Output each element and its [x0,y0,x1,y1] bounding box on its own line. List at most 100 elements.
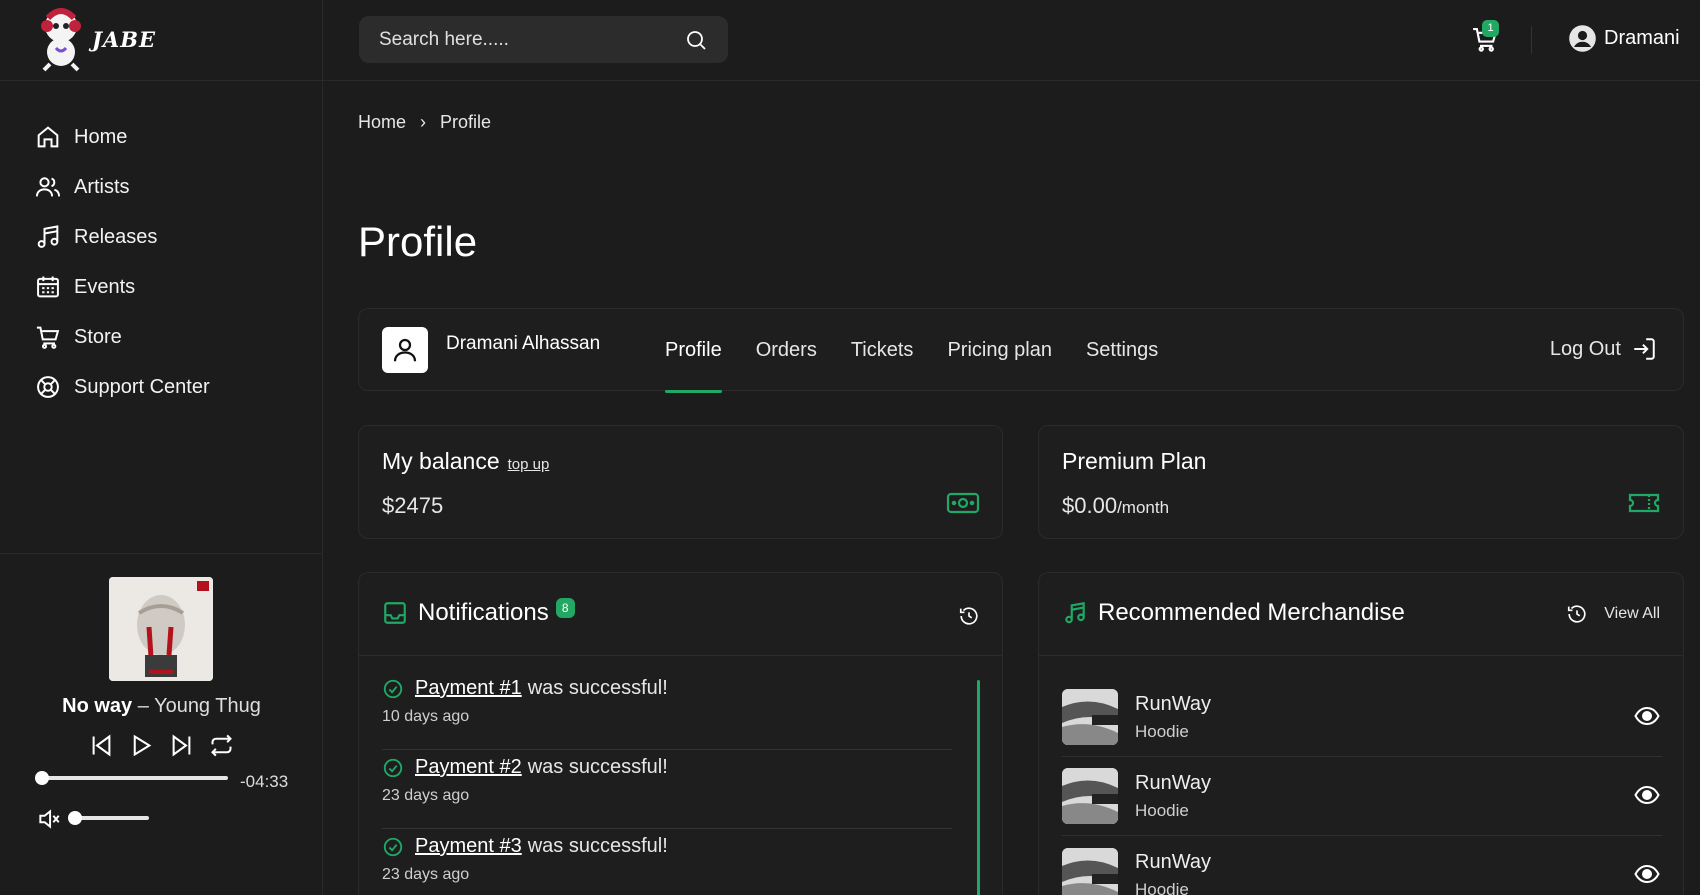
search-input[interactable] [379,28,684,51]
plan-card: Premium Plan $0.00/month [1038,425,1684,539]
merchandise-list: RunWay Hoodie RunWay Hoodie RunWay Hoodi… [1062,678,1662,895]
sidebar-item-events[interactable]: Events [34,262,210,312]
user-menu[interactable]: Dramani [1568,24,1680,53]
sidebar-item-store[interactable]: Store [34,312,210,362]
tab-pricing-plan[interactable]: Pricing plan [947,309,1052,392]
notification-message: Payment #2 was successful! [382,756,952,779]
payment-link[interactable]: Payment #3 [415,835,522,858]
search-icon[interactable] [684,28,708,52]
product-type: Hoodie [1135,800,1189,820]
notification-item: Payment #1 was successful! 10 days ago [382,671,952,750]
profile-tabs: Profile Orders Tickets Pricing plan Sett… [665,309,1192,393]
notifications-title: Notifications [418,599,549,626]
play-icon[interactable] [128,732,155,759]
notification-message: Payment #3 was successful! [382,835,952,858]
product-type: Hoodie [1135,721,1189,741]
track-progress-slider[interactable] [35,771,228,785]
previous-icon[interactable] [88,732,115,759]
sidebar-nav: Home Artists Releases Events Store Suppo… [34,112,210,412]
avatar [382,327,428,373]
tab-profile[interactable]: Profile [665,309,722,393]
payment-link[interactable]: Payment #1 [415,677,522,700]
users-icon [35,177,61,197]
sidebar-item-support-center[interactable]: Support Center [34,362,210,412]
merchandise-text: RunWay Hoodie [1135,693,1211,742]
balance-card: My balance top up $2475 [358,425,1003,539]
merchandise-text: RunWay Hoodie [1135,851,1211,895]
notification-item: Payment #3 was successful! 23 days ago [382,829,952,895]
logout-button[interactable]: Log Out [1550,336,1657,362]
inbox-icon [384,602,406,624]
sidebar-item-label: Artists [74,175,130,198]
payment-link[interactable]: Payment #2 [415,756,522,779]
top-up-link[interactable]: top up [508,456,550,473]
repeat-icon[interactable] [208,732,235,759]
mute-icon[interactable] [36,806,62,832]
sidebar-divider [0,553,323,554]
notifications-scrollbar[interactable] [977,680,980,895]
notifications-count-badge: 8 [555,598,575,618]
home-icon [37,126,59,148]
notification-text: was successful! [527,677,668,699]
product-thumbnail [1062,847,1118,895]
sidebar-item-releases[interactable]: Releases [34,212,210,262]
plan-price: $0.00/month [1062,493,1169,519]
merchandise-title: Recommended Merchandise [1098,599,1405,626]
notification-date: 10 days ago [382,708,470,725]
merchandise-item[interactable]: RunWay Hoodie [1062,678,1662,757]
breadcrumb-home[interactable]: Home [358,112,406,133]
header-divider [323,80,1700,81]
balance-value: $2475 [382,493,444,518]
notification-date: 23 days ago [382,787,470,804]
tab-settings[interactable]: Settings [1086,309,1158,392]
sidebar-item-label: Store [74,325,122,348]
merchandise-item[interactable]: RunWay Hoodie [1062,757,1662,836]
history-icon [1568,605,1586,623]
view-all-button[interactable]: View All [1566,603,1660,625]
plan-price-period: /month [1117,498,1170,517]
sidebar-item-label: Events [74,275,136,298]
username: Dramani [1604,27,1680,49]
sidebar-item-artists[interactable]: Artists [34,162,210,212]
breadcrumb: Home › Profile [358,112,491,133]
logout-label: Log Out [1549,337,1621,360]
eye-icon[interactable] [1634,705,1660,727]
sidebar-item-label: Home [74,125,128,148]
player-controls [88,732,235,759]
tab-tickets[interactable]: Tickets [851,309,914,392]
tab-orders[interactable]: Orders [756,309,817,392]
now-playing: No way – Young Thug [0,695,323,718]
notification-date: 23 days ago [382,866,470,883]
next-icon[interactable] [168,732,195,759]
profile-full-name: Dramani Alhassan [446,333,601,354]
volume-slider[interactable] [68,811,149,825]
money-icon [946,492,980,514]
progress-knob[interactable] [35,771,49,785]
eye-icon[interactable] [1634,784,1660,806]
merchandise-card: Recommended Merchandise View All RunWay … [1038,572,1684,895]
support-icon [37,376,59,398]
history-icon[interactable] [958,605,980,627]
plan-label: Premium Plan [1062,448,1207,474]
merchandise-item[interactable]: RunWay Hoodie [1062,836,1662,895]
brand-name: JABE [92,26,156,52]
header-divider [1531,26,1532,54]
sidebar-item-label: Releases [74,225,158,248]
ticket-icon [1628,493,1660,513]
product-name: RunWay [1135,692,1211,715]
view-all-label: View All [1604,605,1660,622]
music-note-icon [1065,601,1085,624]
music-note-icon [37,225,59,248]
notifications-header: Notifications 8 [382,598,575,627]
page-title: Profile [358,218,478,265]
check-circle-icon [383,758,403,777]
profile-tabs-card: Dramani Alhassan Profile Orders Tickets … [358,308,1684,393]
eye-icon[interactable] [1634,863,1660,885]
mascot-logo-icon [41,8,81,72]
brand-logo[interactable]: JABE [36,4,156,74]
volume-knob[interactable] [68,811,82,825]
notification-message: Payment #1 was successful! [382,677,952,700]
breadcrumb-separator: › [420,112,427,132]
cart-count-badge: 1 [1482,20,1499,37]
sidebar-item-home[interactable]: Home [34,112,210,162]
